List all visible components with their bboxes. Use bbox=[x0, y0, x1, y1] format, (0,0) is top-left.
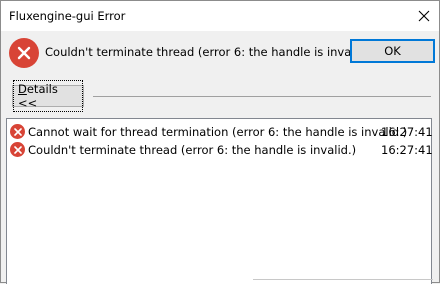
hidden-buttons-edge bbox=[253, 279, 433, 284]
error-icon bbox=[10, 142, 25, 157]
log-entry-message: Cannot wait for thread termination (erro… bbox=[28, 125, 408, 139]
details-button-label: Details << bbox=[13, 80, 83, 112]
log-entry-time: 16:27:41 bbox=[381, 143, 433, 157]
log-entry-message: Couldn't terminate thread (error 6: the … bbox=[28, 143, 357, 157]
error-message: Couldn't terminate thread (error 6: the … bbox=[45, 45, 374, 59]
error-dialog-window: Fluxengine-gui Error Couldn't terminate … bbox=[0, 0, 440, 284]
details-separator bbox=[93, 96, 431, 97]
details-log-list[interactable]: Cannot wait for thread termination (erro… bbox=[6, 118, 433, 284]
log-entry-time: 16:27:41 bbox=[381, 125, 433, 139]
window-title: Fluxengine-gui Error bbox=[9, 9, 126, 23]
error-icon bbox=[10, 124, 25, 139]
details-toggle-button[interactable]: Details << bbox=[12, 80, 84, 112]
title-bar[interactable]: Fluxengine-gui Error bbox=[1, 1, 439, 31]
ok-button[interactable]: OK bbox=[350, 39, 435, 63]
details-accelerator-letter: D bbox=[18, 82, 27, 96]
log-entry[interactable]: Cannot wait for thread termination (erro… bbox=[7, 123, 433, 141]
close-icon bbox=[418, 10, 430, 22]
log-entry[interactable]: Couldn't terminate thread (error 6: the … bbox=[7, 141, 433, 159]
error-icon bbox=[9, 38, 39, 68]
close-button[interactable] bbox=[409, 1, 439, 31]
